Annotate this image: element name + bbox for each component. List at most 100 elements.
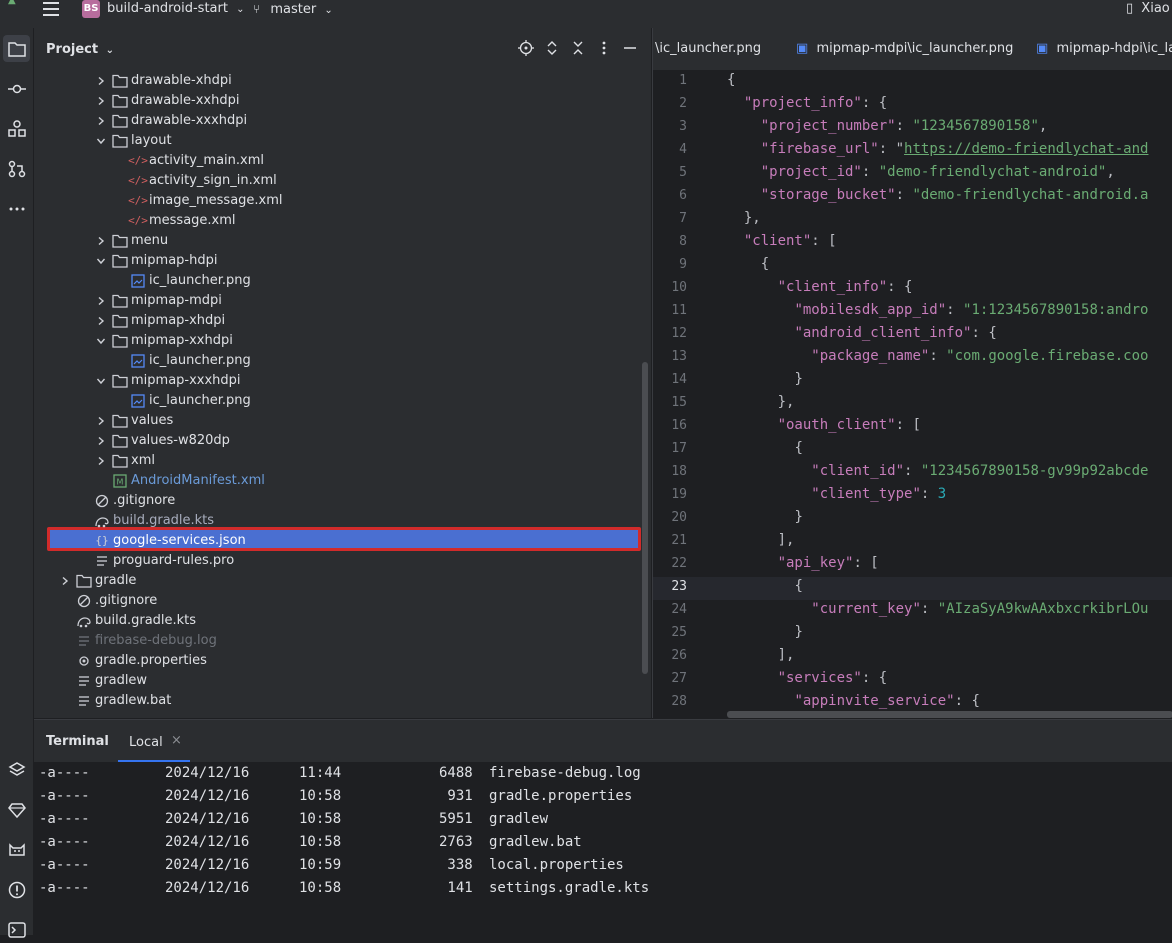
code-line[interactable]: } — [727, 624, 802, 640]
code-line[interactable]: "services": { — [727, 670, 888, 686]
tree-item[interactable]: mipmap-xxxhdpi — [34, 371, 640, 391]
tree-item[interactable]: ic_launcher.png — [34, 271, 640, 291]
tree-item[interactable]: gradlew.bat — [34, 691, 640, 711]
code-line[interactable]: "project_number": "1234567890158", — [727, 118, 1048, 134]
code-line[interactable]: { — [727, 578, 802, 594]
code-line[interactable]: "client_info": { — [727, 279, 913, 295]
project-panel-title[interactable]: Project ⌄ — [46, 42, 114, 57]
device-selector[interactable]: ▯ Xiao — [1126, 0, 1170, 28]
tree-item[interactable]: gradle — [34, 571, 640, 591]
code-line[interactable]: { — [727, 72, 735, 88]
tree-item[interactable]: {} google-services.json — [34, 531, 640, 551]
code-line[interactable]: "client_id": "1234567890158-gv99p92abcde — [727, 463, 1148, 479]
tree-item[interactable]: proguard-rules.pro — [34, 551, 640, 571]
code-line[interactable]: "android_client_info": { — [727, 325, 996, 341]
project-tree-scrollbar[interactable] — [642, 362, 648, 674]
tree-item[interactable]: ic_launcher.png — [34, 351, 640, 371]
tree-item[interactable]: drawable-xxhdpi — [34, 91, 640, 111]
code-line[interactable]: { — [727, 256, 769, 272]
tree-item[interactable]: gradlew — [34, 671, 640, 691]
code-line[interactable]: } — [727, 371, 802, 387]
tree-item[interactable]: mipmap-hdpi — [34, 251, 640, 271]
branch-selector[interactable]: ⑂ master ⌄ — [253, 0, 333, 28]
collapse-all-button[interactable] — [570, 40, 586, 56]
chevron-right-icon[interactable] — [96, 71, 106, 91]
tree-item[interactable]: .gitignore — [34, 491, 640, 511]
tree-item[interactable]: mipmap-xxhdpi — [34, 331, 640, 351]
structure-tool-button[interactable] — [3, 115, 30, 142]
code-line[interactable]: "package_name": "com.google.firebase.coo — [727, 348, 1148, 364]
code-line[interactable]: "project_id": "demo-friendlychat-android… — [727, 164, 1115, 180]
chevron-right-icon[interactable] — [96, 111, 106, 131]
expand-all-button[interactable] — [544, 40, 560, 56]
tree-item[interactable]: drawable-xhdpi — [34, 71, 640, 91]
code-line[interactable]: "project_info": { — [727, 95, 887, 111]
tree-item[interactable]: build.gradle.kts — [34, 611, 640, 631]
chevron-right-icon[interactable] — [96, 451, 106, 471]
chevron-right-icon[interactable] — [96, 291, 106, 311]
tree-item[interactable]: build.gradle.kts — [34, 511, 640, 531]
code-line[interactable]: "client": [ — [727, 233, 837, 249]
tree-item[interactable]: M AndroidManifest.xml — [34, 471, 640, 491]
code-line[interactable]: "appinvite_service": { — [727, 693, 979, 709]
locate-button[interactable] — [518, 40, 534, 56]
chevron-right-icon[interactable] — [96, 411, 106, 431]
chevron-down-icon[interactable] — [96, 131, 106, 151]
more-tools-button[interactable] — [3, 195, 30, 222]
code-line[interactable]: } — [727, 509, 802, 525]
code-line[interactable]: "firebase_url": "https://demo-friendlych… — [727, 141, 1149, 157]
terminal-tool-button[interactable] — [3, 916, 30, 943]
chevron-right-icon[interactable] — [96, 231, 106, 251]
editor-horizontal-scrollbar[interactable] — [727, 711, 1172, 718]
tree-item[interactable]: drawable-xxxhdpi — [34, 111, 640, 131]
pull-requests-tool-button[interactable] — [3, 155, 30, 182]
tree-item[interactable]: gradle.properties — [34, 651, 640, 671]
hide-panel-button[interactable] — [622, 40, 638, 56]
tree-item[interactable]: layout — [34, 131, 640, 151]
tree-item[interactable]: mipmap-xhdpi — [34, 311, 640, 331]
code-line[interactable]: ], — [727, 532, 795, 548]
tree-item[interactable]: .gitignore — [34, 591, 640, 611]
chevron-right-icon[interactable] — [96, 311, 106, 331]
tree-item[interactable]: values — [34, 411, 640, 431]
tree-item[interactable]: menu — [34, 231, 640, 251]
code-line[interactable]: "client_type": 3 — [727, 486, 946, 502]
chevron-down-icon[interactable] — [96, 331, 106, 351]
project-tool-button[interactable] — [3, 35, 30, 62]
chevron-right-icon[interactable] — [96, 91, 106, 111]
code-line[interactable]: "current_key": "AIzaSyA9kwAAxbxcrkibrLOu — [727, 601, 1148, 617]
chevron-down-icon[interactable] — [96, 371, 106, 391]
problems-tool-button[interactable] — [3, 876, 30, 903]
code-line[interactable]: }, — [727, 210, 761, 226]
tree-item[interactable]: mipmap-mdpi — [34, 291, 640, 311]
tree-item[interactable]: </> message.xml — [34, 211, 640, 231]
code-line[interactable]: "api_key": [ — [727, 555, 879, 571]
code-line[interactable]: { — [727, 440, 802, 456]
terminal-tab-local[interactable]: Local × — [118, 720, 190, 762]
tree-item[interactable]: </> activity_main.xml — [34, 151, 640, 171]
tree-item[interactable]: firebase-debug.log — [34, 631, 640, 651]
tree-item[interactable]: </> image_message.xml — [34, 191, 640, 211]
tree-item[interactable]: values-w820dp — [34, 431, 640, 451]
close-icon[interactable]: × — [171, 733, 182, 748]
chevron-right-icon[interactable] — [96, 431, 106, 451]
code-line[interactable]: ], — [727, 647, 795, 663]
chevron-down-icon[interactable] — [96, 251, 106, 271]
code-line[interactable]: "oauth_client": [ — [727, 417, 921, 433]
commit-tool-button[interactable] — [3, 75, 30, 102]
project-badge[interactable]: BS — [82, 0, 100, 18]
editor-tab-1[interactable]: \ic_launcher.png — [655, 41, 761, 56]
tree-item[interactable]: xml — [34, 451, 640, 471]
chevron-right-icon[interactable] — [60, 571, 70, 591]
editor-tab-2[interactable]: ▣ mipmap-mdpi\ic_launcher.png — [796, 41, 1013, 56]
options-button[interactable] — [596, 40, 612, 56]
gemini-tool-button[interactable] — [3, 796, 30, 823]
tree-item[interactable]: ic_launcher.png — [34, 391, 640, 411]
logcat-tool-button[interactable] — [3, 836, 30, 863]
layers-tool-button[interactable] — [3, 756, 30, 783]
code-line[interactable]: "mobilesdk_app_id": "1:1234567890158:and… — [727, 302, 1148, 318]
code-line[interactable]: }, — [727, 394, 795, 410]
project-selector[interactable]: build-android-start ⌄ — [107, 0, 245, 28]
tree-item[interactable]: </> activity_sign_in.xml — [34, 171, 640, 191]
code-line[interactable]: "storage_bucket": "demo-friendlychat-and… — [727, 187, 1149, 203]
